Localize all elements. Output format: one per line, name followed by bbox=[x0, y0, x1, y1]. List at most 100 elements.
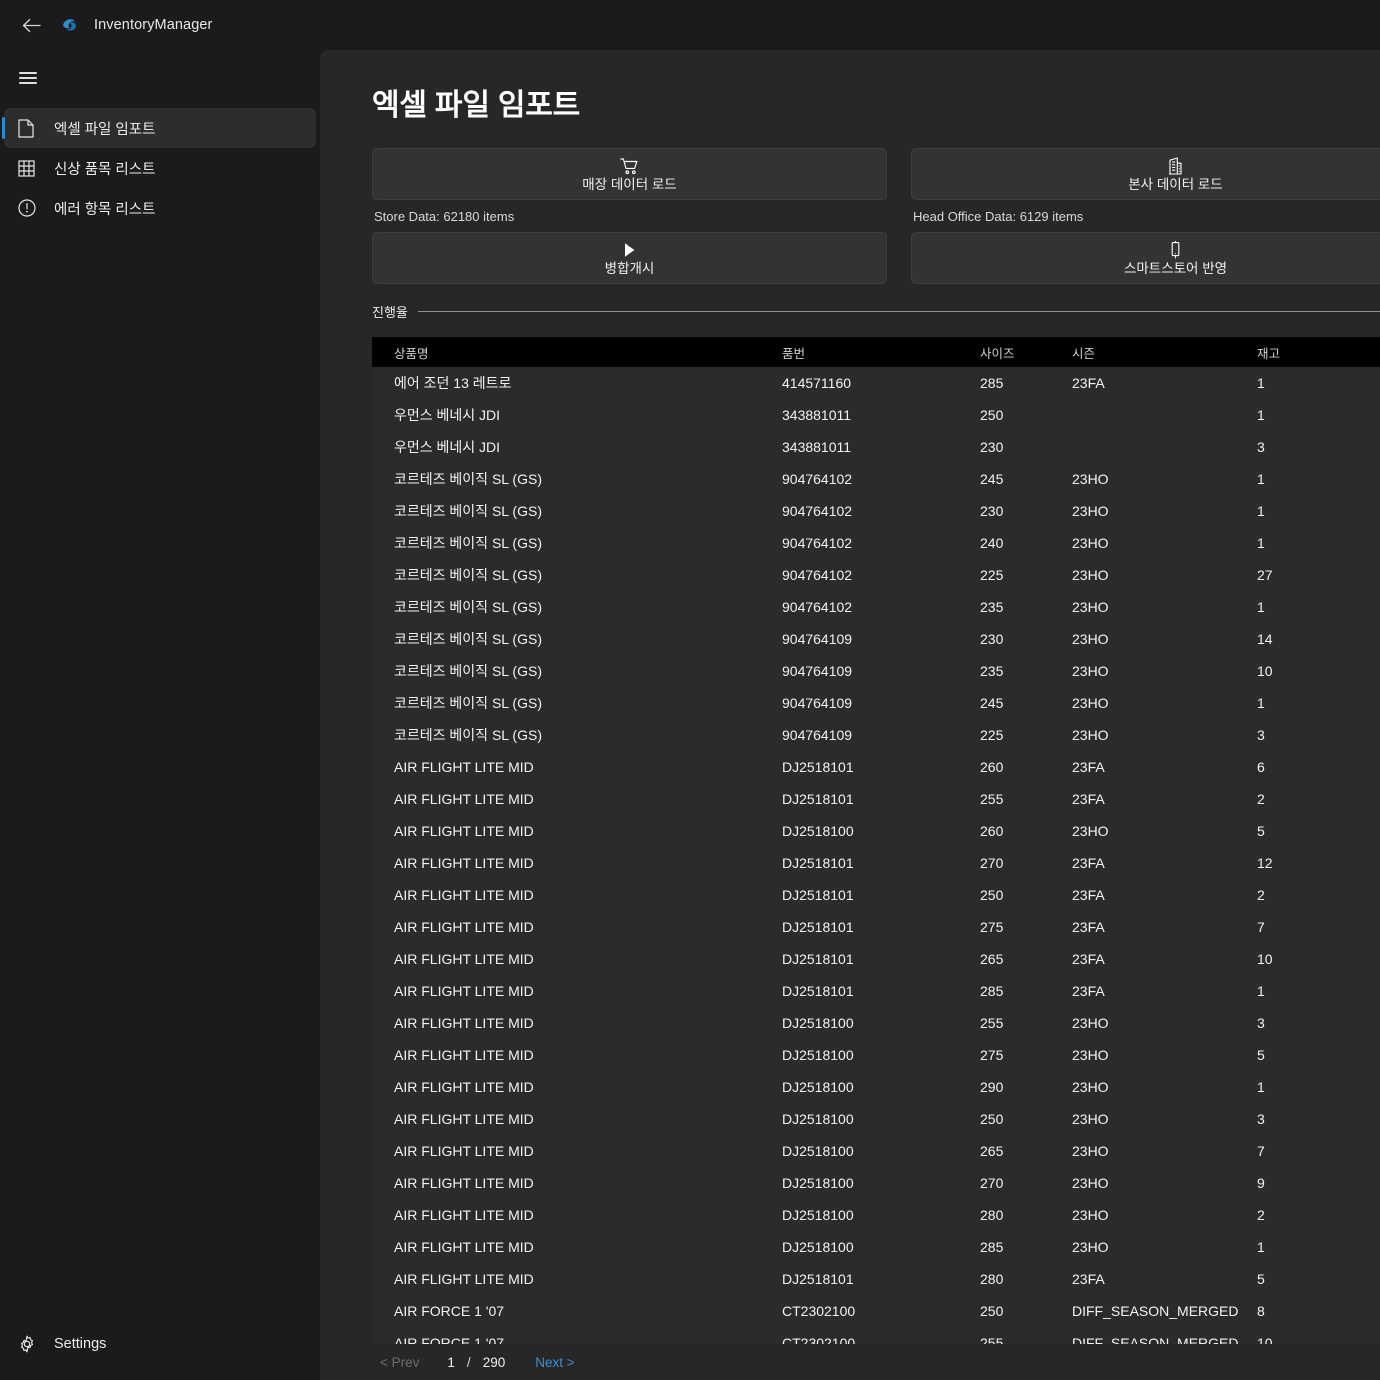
cell-name: 우먼스 베네시 JDI bbox=[372, 399, 782, 431]
sidebar-item-label: 신상 품목 리스트 bbox=[54, 161, 156, 178]
cell-size: 250 bbox=[980, 399, 1072, 431]
table-row[interactable]: 코르테즈 베이직 SL (GS) 904764102 230 23HO 1 bbox=[372, 495, 1380, 527]
head-office-data-count: Head Office Data: 6129 items bbox=[913, 209, 1084, 224]
merge-start-button[interactable]: 병합개시 bbox=[372, 232, 887, 284]
sidebar-nav: 엑셀 파일 임포트 신상 품목 리스트 에러 항목 리스트 bbox=[0, 108, 320, 228]
app-logo-icon bbox=[56, 12, 82, 38]
column-header-season[interactable]: 시즌 bbox=[1072, 337, 1257, 367]
table-row[interactable]: AIR FLIGHT LITE MID DJ2518101 250 23FA 2 bbox=[372, 879, 1380, 911]
sidebar-item-settings[interactable]: Settings bbox=[4, 1322, 316, 1366]
cell-size: 265 bbox=[980, 943, 1072, 975]
table-row[interactable]: AIR FLIGHT LITE MID DJ2518101 275 23FA 7 bbox=[372, 911, 1380, 943]
cell-size: 275 bbox=[980, 1039, 1072, 1071]
cell-name: AIR FLIGHT LITE MID bbox=[372, 1039, 782, 1071]
cell-code: DJ2518100 bbox=[782, 1007, 980, 1039]
pagination: < Prev 1 / 290 Next > bbox=[320, 1344, 1380, 1380]
cell-code: DJ2518101 bbox=[782, 879, 980, 911]
cell-stock: 3 bbox=[1257, 431, 1380, 463]
cell-code: 904764109 bbox=[782, 655, 980, 687]
table-row[interactable]: AIR FLIGHT LITE MID DJ2518100 250 23HO 3 bbox=[372, 1103, 1380, 1135]
cell-size: 270 bbox=[980, 1167, 1072, 1199]
action-buttons-grid: 매장 데이터 로드 본사 데이터 로드 Store Data: 62180 it… bbox=[372, 148, 1380, 284]
cell-name: 코르테즈 베이직 SL (GS) bbox=[372, 495, 782, 527]
table-row[interactable]: AIR FORCE 1 '07 CT2302100 250 DIFF_SEASON_M… bbox=[372, 1295, 1380, 1327]
content-panel: 엑셀 파일 임포트 매장 데이터 로드 본사 데이터 로드 Store Data… bbox=[320, 50, 1380, 1380]
mobile-phone-icon bbox=[1170, 241, 1181, 260]
cell-stock: 1 bbox=[1257, 975, 1380, 1007]
table-row[interactable]: 코르테즈 베이직 SL (GS) 904764102 235 23HO 1 bbox=[372, 591, 1380, 623]
cell-stock: 1 bbox=[1257, 527, 1380, 559]
table-row[interactable]: AIR FLIGHT LITE MID DJ2518101 265 23FA 10 bbox=[372, 943, 1380, 975]
table-row[interactable]: 우먼스 베네시 JDI 343881011 250 1 bbox=[372, 399, 1380, 431]
cell-season: 23FA bbox=[1072, 1263, 1257, 1295]
table-row[interactable]: AIR FLIGHT LITE MID DJ2518100 260 23HO 5 bbox=[372, 815, 1380, 847]
next-page-button[interactable]: Next > bbox=[535, 1355, 574, 1370]
table-row[interactable]: 우먼스 베네시 JDI 343881011 230 3 bbox=[372, 431, 1380, 463]
table-row[interactable]: AIR FLIGHT LITE MID DJ2518100 265 23HO 7 bbox=[372, 1135, 1380, 1167]
store-data-load-button[interactable]: 매장 데이터 로드 bbox=[372, 148, 887, 200]
column-header-stock[interactable]: 재고 bbox=[1257, 337, 1380, 367]
table-row[interactable]: AIR FLIGHT LITE MID DJ2518101 270 23FA 12 bbox=[372, 847, 1380, 879]
cell-code: 904764102 bbox=[782, 463, 980, 495]
cell-code: DJ2518100 bbox=[782, 1103, 980, 1135]
hamburger-icon[interactable] bbox=[4, 56, 52, 100]
cell-code: DJ2518100 bbox=[782, 815, 980, 847]
table-row[interactable]: AIR FLIGHT LITE MID DJ2518100 285 23HO 1 bbox=[372, 1231, 1380, 1263]
cell-size: 250 bbox=[980, 1295, 1072, 1327]
table-header-row: 상품명 품번 사이즈 시즌 재고 bbox=[372, 337, 1380, 367]
cell-season bbox=[1072, 399, 1257, 431]
table-row[interactable]: AIR FLIGHT LITE MID DJ2518100 290 23HO 1 bbox=[372, 1071, 1380, 1103]
back-arrow-icon[interactable] bbox=[14, 10, 48, 40]
cell-size: 290 bbox=[980, 1071, 1072, 1103]
cell-code: DJ2518101 bbox=[782, 911, 980, 943]
cell-season: 23HO bbox=[1072, 1231, 1257, 1263]
cell-stock: 1 bbox=[1257, 495, 1380, 527]
smartstore-apply-button[interactable]: 스마트스토어 반영 bbox=[911, 232, 1380, 284]
table-row[interactable]: 코르테즈 베이직 SL (GS) 904764109 245 23HO 1 bbox=[372, 687, 1380, 719]
sidebar-item-new-items-list[interactable]: 신상 품목 리스트 bbox=[4, 148, 316, 188]
table-row[interactable]: 코르테즈 베이직 SL (GS) 904764109 225 23HO 3 bbox=[372, 719, 1380, 751]
table-row[interactable]: AIR FLIGHT LITE MID DJ2518101 280 23FA 5 bbox=[372, 1263, 1380, 1295]
sidebar-item-label: 엑셀 파일 임포트 bbox=[54, 121, 156, 138]
store-data-count: Store Data: 62180 items bbox=[374, 209, 515, 224]
cell-name: 코르테즈 베이직 SL (GS) bbox=[372, 527, 782, 559]
prev-page-button[interactable]: < Prev bbox=[380, 1355, 419, 1370]
table-row[interactable]: AIR FLIGHT LITE MID DJ2518100 255 23HO 3 bbox=[372, 1007, 1380, 1039]
column-header-size[interactable]: 사이즈 bbox=[980, 337, 1072, 367]
cell-stock: 12 bbox=[1257, 847, 1380, 879]
table-row[interactable]: 코르테즈 베이직 SL (GS) 904764102 240 23HO 1 bbox=[372, 527, 1380, 559]
table-row[interactable]: 코르테즈 베이직 SL (GS) 904764109 235 23HO 10 bbox=[372, 655, 1380, 687]
cell-code: DJ2518101 bbox=[782, 783, 980, 815]
table-row[interactable]: 에어 조던 13 레트로 414571160 285 23FA 1 bbox=[372, 367, 1380, 399]
cell-name: AIR FLIGHT LITE MID bbox=[372, 943, 782, 975]
column-header-code[interactable]: 품번 bbox=[782, 337, 980, 367]
column-header-name[interactable]: 상품명 bbox=[372, 337, 782, 367]
current-page: 1 bbox=[447, 1354, 455, 1370]
cell-size: 260 bbox=[980, 751, 1072, 783]
sidebar-item-excel-import[interactable]: 엑셀 파일 임포트 bbox=[2, 108, 316, 148]
cell-code: 904764102 bbox=[782, 591, 980, 623]
cell-stock: 1 bbox=[1257, 687, 1380, 719]
cell-code: DJ2518100 bbox=[782, 1135, 980, 1167]
cell-season: 23HO bbox=[1072, 1135, 1257, 1167]
head-office-data-load-button[interactable]: 본사 데이터 로드 bbox=[911, 148, 1380, 200]
cell-stock: 6 bbox=[1257, 751, 1380, 783]
table-row[interactable]: AIR FLIGHT LITE MID DJ2518100 270 23HO 9 bbox=[372, 1167, 1380, 1199]
app-window: InventoryManager 엑셀 파일 임포트 신상 품목 리스트 에러 … bbox=[0, 0, 1380, 1380]
cell-size: 225 bbox=[980, 559, 1072, 591]
table-row[interactable]: AIR FLIGHT LITE MID DJ2518100 275 23HO 5 bbox=[372, 1039, 1380, 1071]
cell-code: DJ2518100 bbox=[782, 1071, 980, 1103]
sidebar-item-label: 에러 항목 리스트 bbox=[54, 201, 156, 218]
cell-stock: 5 bbox=[1257, 815, 1380, 847]
sidebar-item-error-list[interactable]: 에러 항목 리스트 bbox=[4, 188, 316, 228]
table-row[interactable]: 코르테즈 베이직 SL (GS) 904764102 245 23HO 1 bbox=[372, 463, 1380, 495]
table-row[interactable]: AIR FLIGHT LITE MID DJ2518101 255 23FA 2 bbox=[372, 783, 1380, 815]
cell-size: 235 bbox=[980, 655, 1072, 687]
table-row[interactable]: AIR FLIGHT LITE MID DJ2518101 260 23FA 6 bbox=[372, 751, 1380, 783]
cell-stock: 1 bbox=[1257, 1231, 1380, 1263]
table-row[interactable]: AIR FLIGHT LITE MID DJ2518100 280 23HO 2 bbox=[372, 1199, 1380, 1231]
table-row[interactable]: AIR FLIGHT LITE MID DJ2518101 285 23FA 1 bbox=[372, 975, 1380, 1007]
table-row[interactable]: 코르테즈 베이직 SL (GS) 904764102 225 23HO 27 bbox=[372, 559, 1380, 591]
cell-season: 23HO bbox=[1072, 463, 1257, 495]
table-row[interactable]: 코르테즈 베이직 SL (GS) 904764109 230 23HO 14 bbox=[372, 623, 1380, 655]
